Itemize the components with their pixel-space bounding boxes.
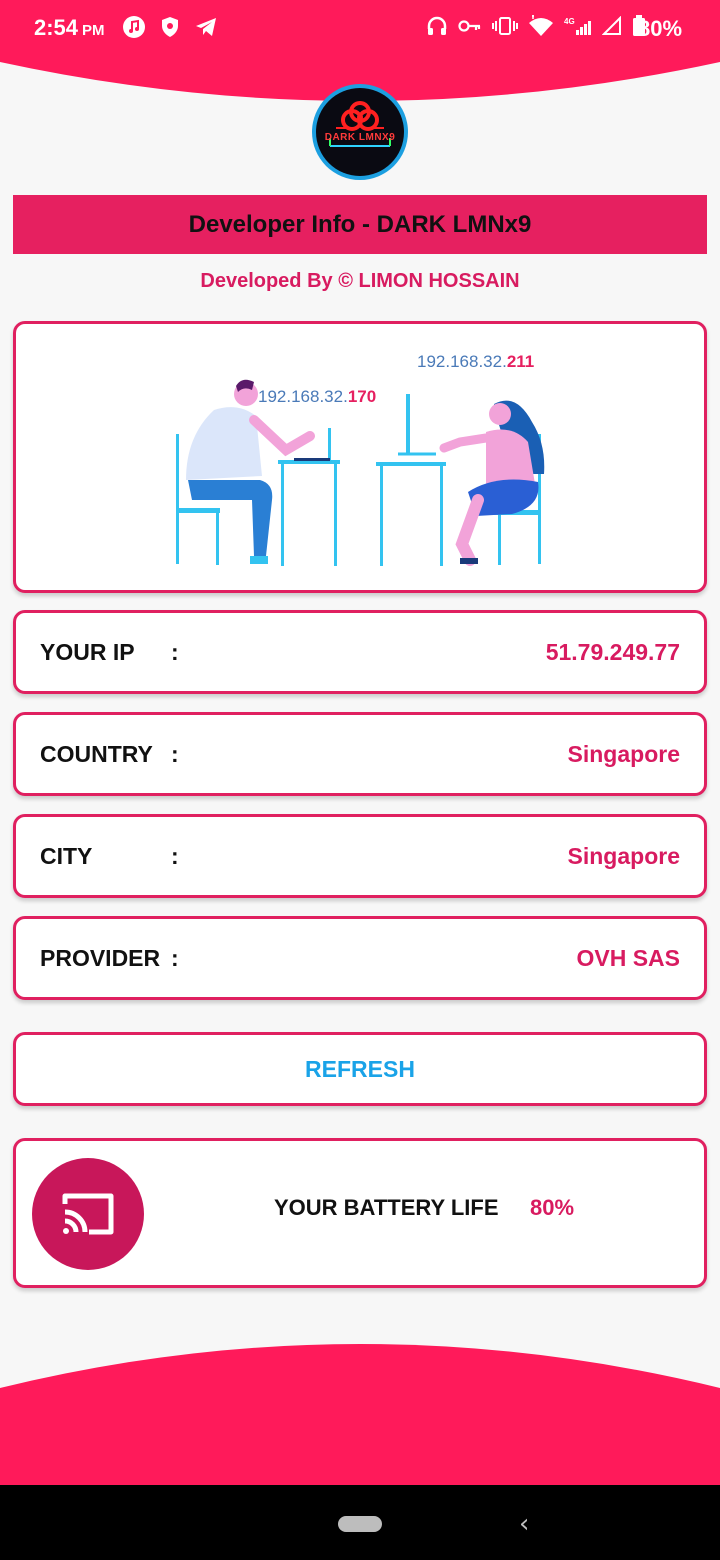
country-value: Singapore [567,740,680,767]
headset-icon [427,16,447,35]
info-card-city: CITY : Singapore [13,814,707,898]
music-icon [123,16,145,38]
illustration-card: 192.168.32.170 192.168.32.211 [13,321,707,593]
signal-4g-icon: 4G [564,17,591,35]
battery-card: YOUR BATTERY LIFE 80% [13,1138,707,1288]
info-card-country: COUNTRY : Singapore [13,712,707,796]
battery-value: 80% [530,1195,575,1220]
bottom-wave [0,1344,720,1485]
vibrate-icon [492,17,518,35]
status-right-icons: 4G [426,15,646,37]
city-colon: : [171,842,179,869]
provider-label: PROVIDER [40,944,161,971]
ip-colon: : [171,638,179,665]
system-nav-bar: ‹ [0,1485,720,1560]
country-colon: : [171,740,179,767]
signal-icon [602,16,621,35]
ip-value: 51.79.249.77 [545,638,680,665]
cast-button[interactable] [32,1158,144,1270]
telegram-icon [196,18,216,36]
network-illustration [176,379,545,566]
info-card-provider: PROVIDER : OVH SAS [13,916,707,1000]
city-label: CITY [40,842,93,869]
cast-icon [62,1193,114,1235]
title-bar: Developer Info - DARK LMNx9 [13,195,707,254]
developer-credit: Developed By © LIMON HOSSAIN [200,270,520,292]
status-battery-text: 80% [638,16,683,41]
svg-text:4G: 4G [564,17,575,26]
country-label: COUNTRY [40,740,153,767]
back-button[interactable]: ‹ [519,1509,529,1539]
ip-label: YOUR IP [40,638,135,665]
battery-label: YOUR BATTERY LIFE [274,1195,499,1220]
page-title: Developer Info - DARK LMNx9 [188,210,532,238]
logo-text: DARK LMNX9 [324,132,396,143]
ip-label-left: 192.168.32.170 [258,387,377,406]
city-value: Singapore [567,842,680,869]
info-card-ip: YOUR IP : 51.79.249.77 [13,610,707,694]
key-icon [458,20,481,32]
home-pill-button[interactable] [338,1516,382,1532]
refresh-label: REFRESH [305,1055,415,1082]
status-time: 2:54 PM [34,15,105,40]
provider-value: OVH SAS [576,944,680,971]
status-left-icons [122,15,218,39]
status-bar: 2:54 PM 4G 80% [0,0,720,58]
logo-badge: DARK LMNX9 [316,88,404,176]
shield-icon [162,17,178,37]
ip-label-right: 192.168.32.211 [417,352,535,371]
provider-colon: : [171,944,179,971]
wifi-icon [529,15,553,36]
refresh-button[interactable]: REFRESH [13,1032,707,1106]
app-logo: DARK LMNX9 [312,84,408,180]
